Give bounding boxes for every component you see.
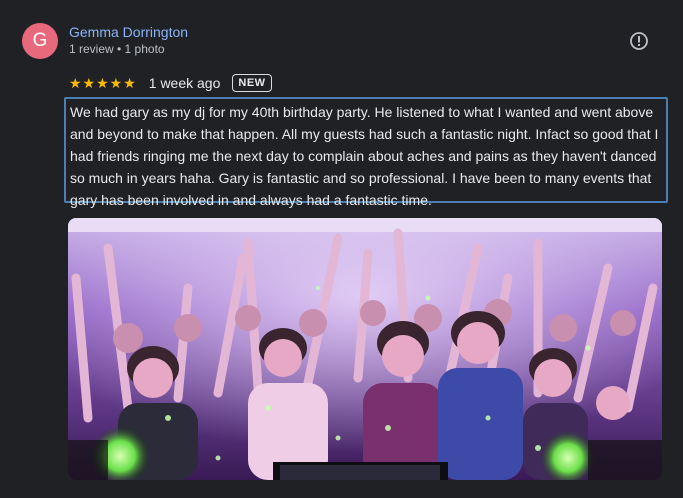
- reviewer-name[interactable]: Gemma Dorrington: [69, 24, 188, 40]
- reviewer-avatar[interactable]: G: [22, 23, 58, 59]
- report-review-button[interactable]: [629, 31, 649, 51]
- new-badge: NEW: [232, 74, 272, 92]
- party-photo-image: [68, 218, 662, 480]
- report-flag-icon: [630, 32, 648, 50]
- reviewer-meta: 1 review • 1 photo: [69, 42, 165, 56]
- review-photo[interactable]: [68, 218, 662, 480]
- star-rating: ★★★★★: [69, 74, 137, 91]
- review-time: 1 week ago: [148, 75, 221, 91]
- review-text: We had gary as my dj for my 40th birthda…: [70, 104, 659, 208]
- rating-row: ★★★★★ 1 week ago NEW: [69, 72, 272, 94]
- avatar-initial: G: [32, 30, 48, 51]
- review-text-box[interactable]: We had gary as my dj for my 40th birthda…: [64, 97, 668, 208]
